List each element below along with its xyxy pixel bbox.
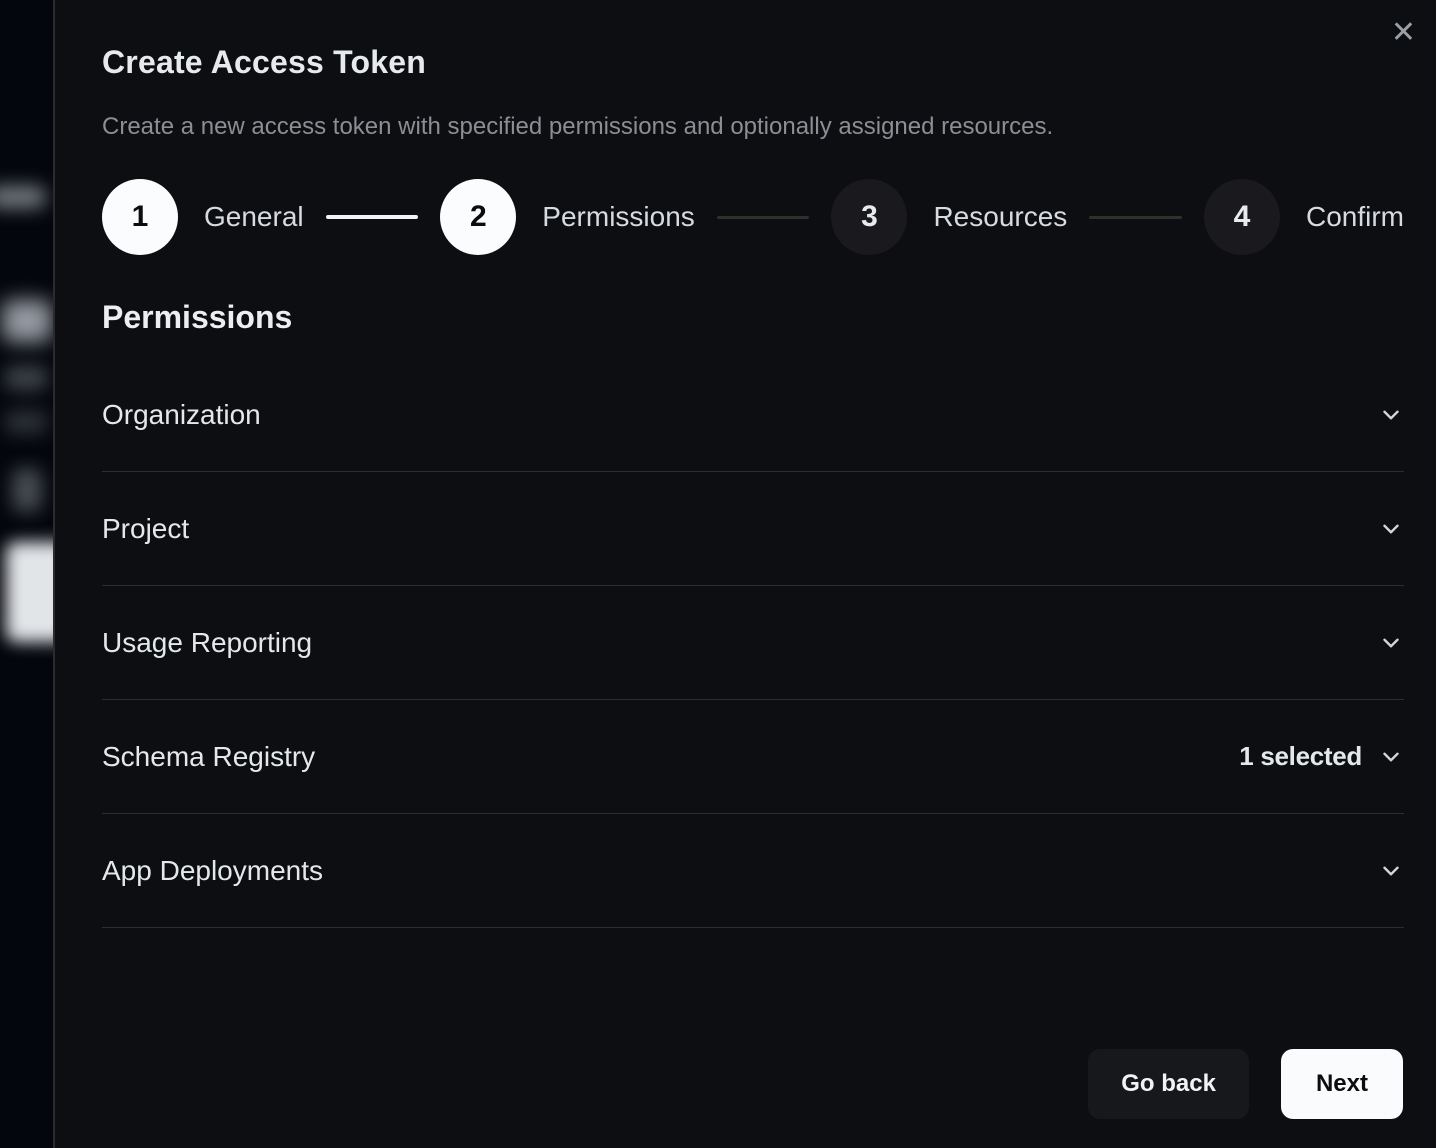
permission-group-row[interactable]: Usage Reporting xyxy=(102,586,1404,700)
permission-group-label: Schema Registry xyxy=(102,741,315,773)
step-number-circle: 3 xyxy=(831,179,907,255)
modal-subtitle: Create a new access token with specified… xyxy=(102,113,1404,141)
chevron-down-icon xyxy=(1378,858,1404,884)
blurred-text xyxy=(4,410,48,434)
section-heading: Permissions xyxy=(102,299,1404,336)
stepper-connector xyxy=(717,216,810,219)
blurred-text xyxy=(4,366,48,390)
step-number-circle: 4 xyxy=(1204,179,1280,255)
permission-group-row[interactable]: Schema Registry 1 selected xyxy=(102,700,1404,814)
permission-group-label: Organization xyxy=(102,399,261,431)
permission-groups: Organization Project Usage Reporting Schema… xyxy=(102,358,1404,928)
chevron-down-icon xyxy=(1378,516,1404,542)
modal-title: Create Access Token xyxy=(102,44,1404,81)
step-label: General xyxy=(204,201,304,233)
step-label: Confirm xyxy=(1306,201,1404,233)
stepper-step-confirm[interactable]: 4 Confirm xyxy=(1204,179,1404,255)
step-label: Permissions xyxy=(542,201,694,233)
permission-group-row[interactable]: App Deployments xyxy=(102,814,1404,928)
close-icon[interactable]: ✕ xyxy=(1385,12,1422,54)
stepper-step-permissions[interactable]: 2 Permissions xyxy=(440,179,694,255)
permission-group-label: App Deployments xyxy=(102,855,323,887)
group-row-right xyxy=(1378,402,1404,428)
blurred-panel xyxy=(6,542,55,642)
stepper: 1 General 2 Permissions 3 Resources 4 Confirm xyxy=(102,179,1404,255)
step-number-circle: 2 xyxy=(440,179,516,255)
blurred-icon xyxy=(12,468,42,512)
permission-group-row[interactable]: Organization xyxy=(102,358,1404,472)
create-access-token-modal: ✕ Create Access Token Create a new acces… xyxy=(55,0,1436,1148)
permission-group-row[interactable]: Project xyxy=(102,472,1404,586)
stepper-connector xyxy=(1089,216,1182,219)
blurred-heading xyxy=(2,300,52,342)
background-page xyxy=(0,0,55,1148)
permission-group-label: Project xyxy=(102,513,189,545)
stepper-step-resources[interactable]: 3 Resources xyxy=(831,179,1067,255)
chevron-down-icon xyxy=(1378,744,1404,770)
permission-group-label: Usage Reporting xyxy=(102,627,312,659)
step-number-circle: 1 xyxy=(102,179,178,255)
step-label: Resources xyxy=(933,201,1067,233)
group-row-right xyxy=(1378,858,1404,884)
group-row-right xyxy=(1378,516,1404,542)
next-button[interactable]: Next xyxy=(1281,1049,1403,1119)
blurred-text xyxy=(0,186,46,208)
stepper-connector xyxy=(326,215,419,219)
chevron-down-icon xyxy=(1378,402,1404,428)
selection-count: 1 selected xyxy=(1239,741,1362,772)
go-back-button[interactable]: Go back xyxy=(1088,1049,1249,1119)
modal-footer: Go back Next xyxy=(1088,1049,1403,1119)
group-row-right: 1 selected xyxy=(1239,741,1404,772)
chevron-down-icon xyxy=(1378,630,1404,656)
stepper-step-general[interactable]: 1 General xyxy=(102,179,304,255)
group-row-right xyxy=(1378,630,1404,656)
